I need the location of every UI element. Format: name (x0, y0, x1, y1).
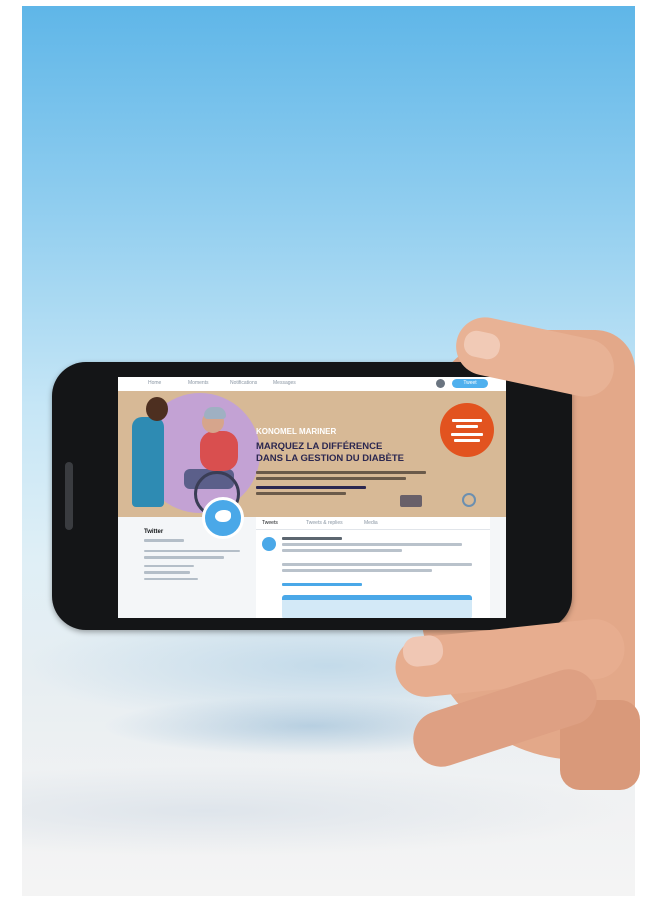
banner-text-line (256, 477, 406, 480)
patient-hair (204, 407, 226, 419)
tab-media[interactable]: Media (364, 520, 378, 526)
banner-title-2: MARQUEZ LA DIFFÉRENCE (256, 441, 383, 452)
twitter-bird-icon (215, 510, 231, 522)
nav-messages[interactable]: Messages (273, 380, 296, 386)
banner-text-line (256, 492, 346, 495)
partner-logo-circle (462, 493, 476, 507)
profile-meta-line (144, 571, 190, 574)
nurse-figure (132, 417, 164, 507)
phone-speaker (65, 462, 73, 530)
nav-moments[interactable]: Moments (188, 380, 209, 386)
nurse-head (146, 397, 168, 421)
badge-text-line (456, 425, 478, 428)
badge-text-line (454, 439, 480, 442)
banner-text-line (256, 486, 366, 489)
banner-title-3: DANS LA GESTION DU DIABÈTE (256, 453, 404, 464)
patient-figure (200, 431, 238, 471)
banner-title-1: KONOMEL MARINER (256, 427, 337, 436)
badge-text-line (451, 433, 483, 436)
phone-screen: Home Moments Notifications Messages Twee… (118, 377, 506, 618)
blurred-shore (22, 766, 635, 856)
tweet-text-line (282, 563, 472, 566)
profile-bio-line (144, 556, 224, 559)
tweet-text-line (282, 569, 432, 572)
twitter-top-bar: Home Moments Notifications Messages Twee… (118, 377, 506, 392)
tweet-author (282, 537, 342, 540)
profile-meta-line (144, 577, 198, 580)
tweet-text-line (282, 549, 402, 552)
badge-text-line (452, 419, 482, 422)
tweet-link-card[interactable] (282, 595, 472, 618)
banner-text-line (256, 471, 426, 474)
profile-tabs: Tweets Tweets & replies Media (256, 517, 490, 530)
profile-handle (144, 539, 184, 542)
tab-tweets[interactable]: Tweets (262, 520, 278, 526)
partner-logo (400, 495, 422, 507)
banner-badge (440, 403, 494, 457)
tweets-panel: Tweets Tweets & replies Media (256, 517, 490, 618)
user-avatar-icon[interactable] (436, 379, 445, 388)
profile-meta-line (144, 564, 194, 567)
tweet-avatar[interactable] (262, 537, 276, 551)
nav-notifications[interactable]: Notifications (230, 380, 257, 386)
tweet-text-line (282, 543, 462, 546)
profile-bio-line (144, 549, 240, 552)
tab-tweets-replies[interactable]: Tweets & replies (306, 520, 343, 526)
profile-banner: KONOMEL MARINER MARQUEZ LA DIFFÉRENCE DA… (118, 391, 506, 517)
nav-home[interactable]: Home (148, 380, 161, 386)
tweet-button[interactable]: Tweet (452, 379, 488, 388)
tweet-link[interactable] (282, 583, 362, 586)
link-card-bar (282, 595, 472, 600)
